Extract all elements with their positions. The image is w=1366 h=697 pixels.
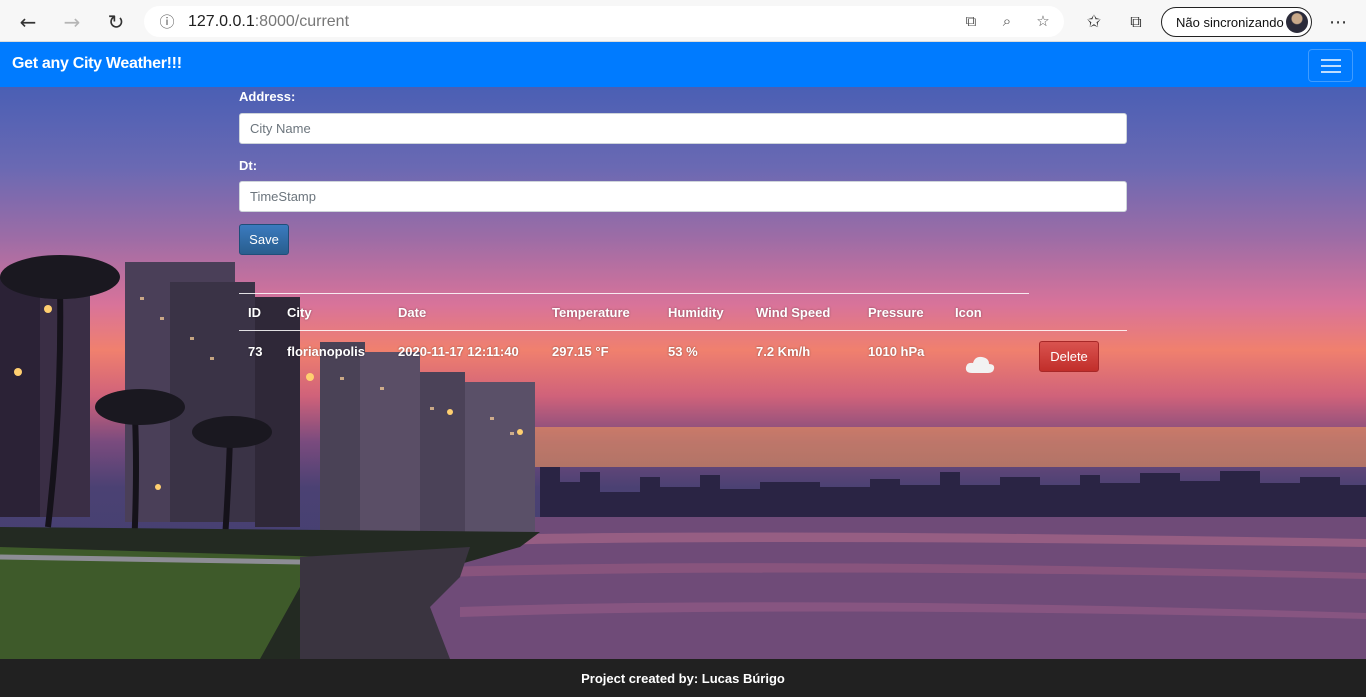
header-pressure: Pressure [868, 305, 924, 320]
cell-temperature: 297.15 °F [552, 344, 609, 359]
profile-label: Não sincronizando [1176, 14, 1284, 30]
collections-icon[interactable]: ⧉ [1122, 8, 1150, 36]
city-sunset-illustration [0, 255, 1366, 659]
save-button[interactable]: Save [239, 224, 289, 255]
cell-date: 2020-11-17 12:11:40 [398, 344, 519, 359]
background-photo [0, 87, 1366, 659]
timestamp-input[interactable] [239, 181, 1127, 212]
footer-credit: Project created by: Lucas Búrigo [581, 670, 785, 686]
header-city: City [287, 305, 312, 320]
address-label: Address: [239, 89, 296, 104]
delete-button[interactable]: Delete [1039, 341, 1099, 372]
app-navbar: Get any City Weather!!! [0, 42, 1366, 87]
menu-bar-icon [1321, 65, 1341, 67]
navbar-brand[interactable]: Get any City Weather!!! [12, 55, 182, 73]
table-header-rule [239, 330, 1127, 331]
address-bar[interactable]: ⓘ 127.0.0.1:8000/current ⧉ ⌕ ☆ [144, 6, 1064, 37]
favorite-star-icon[interactable]: ☆ [1032, 10, 1054, 32]
city-name-input[interactable] [239, 113, 1127, 144]
footer: Project created by: Lucas Búrigo [0, 659, 1366, 697]
cell-wind-speed: 7.2 Km/h [756, 344, 811, 359]
more-icon[interactable]: ⋯ [1324, 8, 1352, 36]
navbar-toggler-button[interactable] [1308, 49, 1353, 82]
header-wind-speed: Wind Speed [756, 305, 831, 320]
info-icon[interactable]: ⓘ [156, 10, 178, 32]
cell-humidity: 53 % [668, 344, 698, 359]
url-path: :8000/current [254, 12, 350, 30]
translate-icon[interactable]: ⧉ [960, 10, 982, 32]
header-icon: Icon [955, 305, 982, 320]
header-id: ID [248, 305, 261, 320]
table-top-rule [239, 293, 1029, 294]
url-host: 127.0.0.1 [188, 12, 255, 30]
profile-button[interactable]: Não sincronizando [1161, 7, 1312, 37]
cloud-icon [965, 356, 995, 373]
favorites-icon[interactable]: ✩ [1080, 8, 1108, 36]
dt-label: Dt: [239, 158, 258, 173]
back-icon[interactable]: ← [14, 8, 42, 36]
cell-pressure: 1010 hPa [868, 344, 925, 359]
cell-city: florianopolis [287, 344, 365, 359]
cell-id: 73 [248, 344, 263, 359]
menu-bar-icon [1321, 59, 1341, 61]
header-humidity: Humidity [668, 305, 724, 320]
avatar [1286, 11, 1308, 33]
header-date: Date [398, 305, 427, 320]
url-text[interactable]: 127.0.0.1:8000/current [188, 13, 349, 31]
browser-toolbar: ← → ↻ ⓘ 127.0.0.1:8000/current ⧉ ⌕ ☆ ✩ ⧉… [0, 0, 1366, 42]
menu-bar-icon [1321, 71, 1341, 73]
zoom-icon[interactable]: ⌕ [996, 10, 1018, 32]
refresh-icon[interactable]: ↻ [102, 8, 130, 36]
forward-icon[interactable]: → [58, 8, 86, 36]
header-temperature: Temperature [552, 305, 630, 320]
